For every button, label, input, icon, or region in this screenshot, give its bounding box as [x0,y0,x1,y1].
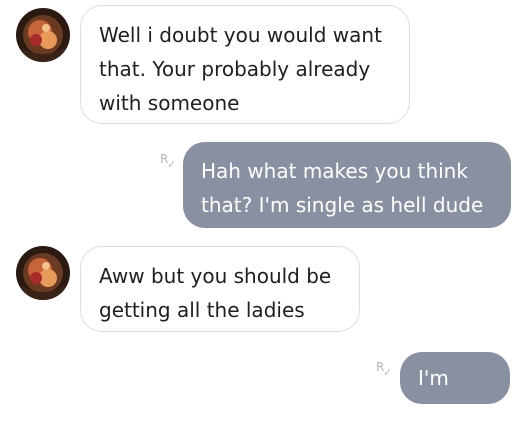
checkmark-icon: ✓ [383,366,393,379]
outgoing-message-bubble[interactable]: I'm gay [400,352,510,424]
contact-avatar-icon[interactable] [16,246,70,300]
checkmark-icon: ✓ [167,158,177,171]
read-receipt-icon: R ✓ [160,152,180,174]
read-receipt-icon: R ✓ [376,360,396,382]
outgoing-message-bubble[interactable]: Hah what makes you think that? I'm singl… [183,142,511,228]
incoming-message-bubble[interactable]: Well i doubt you would want that. Your p… [80,5,410,124]
contact-avatar-icon[interactable] [16,8,70,62]
incoming-message-bubble[interactable]: Aww but you should be getting all the la… [80,246,360,332]
